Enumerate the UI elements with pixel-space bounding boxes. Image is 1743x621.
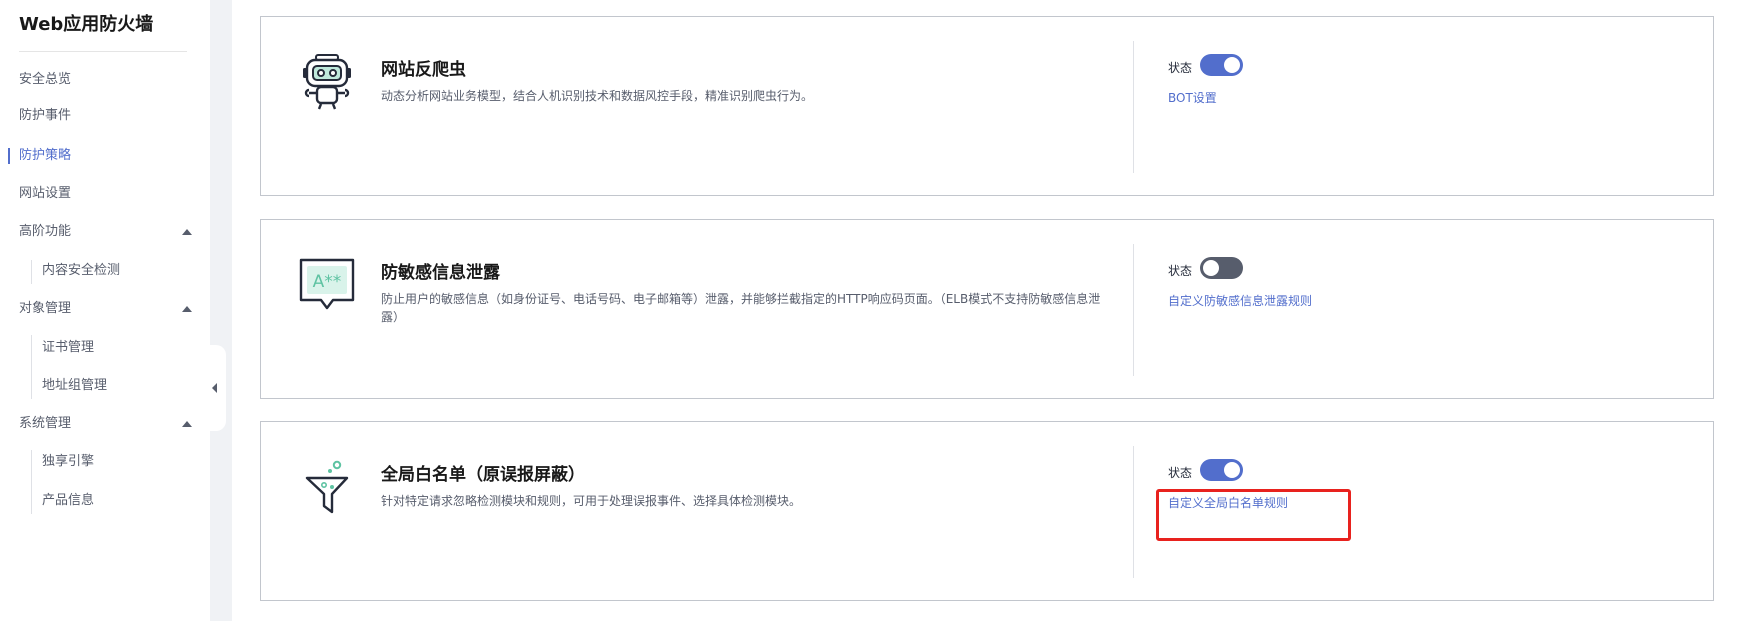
sidebar-item-product-info[interactable]: 产品信息	[42, 491, 222, 511]
child-line	[31, 335, 32, 399]
card-description: 针对特定请求忽略检测模块和规则，可用于处理误报事件、选择具体检测模块。	[381, 494, 802, 508]
sidebar-item-content-security[interactable]: 内容安全检测	[42, 261, 222, 281]
status-toggle[interactable]	[1200, 459, 1243, 481]
sidebar-item-address-groups[interactable]: 地址组管理	[42, 376, 222, 396]
sidebar-item-security-overview[interactable]: 安全总览	[19, 70, 199, 90]
caret-up-icon[interactable]	[182, 421, 192, 427]
funnel-icon	[297, 456, 357, 516]
card-global-whitelist: 全局白名单（原误报屏蔽） 针对特定请求忽略检测模块和规则，可用于处理误报事件、选…	[260, 421, 1714, 601]
sidebar-title: Web应用防火墙	[19, 14, 154, 35]
sidebar-item-protection-policy[interactable]: 防护策略	[19, 146, 199, 166]
caret-up-icon[interactable]	[182, 229, 192, 235]
card-divider	[1133, 244, 1134, 376]
sidebar-group-system-management[interactable]: 系统管理	[19, 414, 199, 434]
card-anti-crawler: 网站反爬虫 动态分析网站业务模型，结合人机识别技术和数据风控手段，精准识别爬虫行…	[260, 16, 1714, 196]
sidebar-item-dedicated-engine[interactable]: 独享引擎	[42, 452, 222, 472]
status-toggle[interactable]	[1200, 257, 1243, 279]
card-description: 防止用户的敏感信息（如身份证号、电话号码、电子邮箱等）泄露，并能够拦截指定的HT…	[381, 292, 1101, 324]
sidebar-divider	[19, 51, 187, 52]
toggle-knob	[1224, 57, 1240, 73]
sidebar-item-protection-events[interactable]: 防护事件	[19, 106, 199, 126]
sidebar-group-advanced[interactable]: 高阶功能	[19, 222, 199, 242]
child-line	[31, 450, 32, 514]
active-indicator	[8, 148, 10, 164]
sidebar: Web应用防火墙 安全总览 防护事件 防护策略 网站设置 高阶功能 内容安全检测…	[0, 0, 210, 621]
status-toggle[interactable]	[1200, 54, 1243, 76]
card-description: 动态分析网站业务模型，结合人机识别技术和数据风控手段，精准识别爬虫行为。	[381, 89, 814, 103]
card-divider	[1133, 41, 1134, 173]
custom-sensitive-rule-link[interactable]: 自定义防敏感信息泄露规则	[1168, 292, 1312, 309]
card-title: 全局白名单（原误报屏蔽）	[381, 465, 585, 485]
sidebar-group-object-management[interactable]: 对象管理	[19, 299, 199, 319]
toggle-knob	[1224, 462, 1240, 478]
status-label: 状态	[1168, 264, 1193, 278]
masked-text-icon: A**	[297, 254, 357, 314]
chevron-left-icon	[212, 383, 217, 393]
status-label: 状态	[1168, 61, 1193, 75]
card-sensitive-info-leak: A** 防敏感信息泄露 防止用户的敏感信息（如身份证号、电话号码、电子邮箱等）泄…	[260, 219, 1714, 399]
sidebar-item-certificates[interactable]: 证书管理	[42, 338, 222, 358]
sidebar-collapse-button[interactable]	[200, 345, 226, 431]
main-content: 网站反爬虫 动态分析网站业务模型，结合人机识别技术和数据风控手段，精准识别爬虫行…	[232, 0, 1743, 621]
highlight-annotation	[1156, 489, 1351, 541]
robot-icon	[297, 51, 357, 111]
toggle-knob	[1203, 260, 1219, 276]
sidebar-item-website-settings[interactable]: 网站设置	[19, 184, 199, 204]
card-divider	[1133, 446, 1134, 578]
status-label: 状态	[1168, 466, 1193, 480]
child-line	[31, 260, 32, 284]
card-title: 网站反爬虫	[381, 60, 466, 80]
bot-settings-link[interactable]: BOT设置	[1168, 89, 1217, 106]
card-title: 防敏感信息泄露	[381, 263, 500, 283]
caret-up-icon[interactable]	[182, 306, 192, 312]
masked-text-label: A**	[313, 272, 342, 292]
